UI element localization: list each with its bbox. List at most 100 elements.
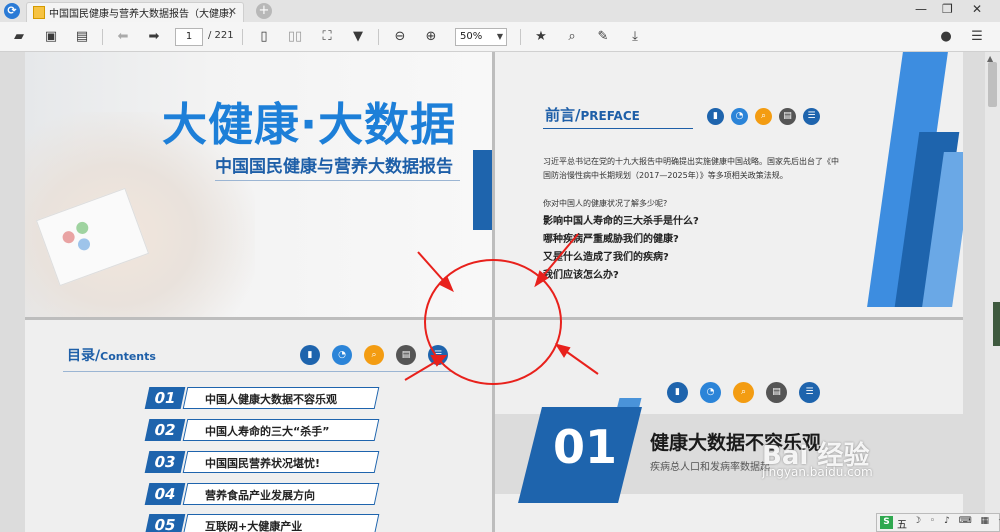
open-folder-icon[interactable]: ▰	[10, 28, 28, 46]
bar-chart-icon: ▮	[707, 108, 724, 125]
tab-bar: ⟳ 中国国民健康与营养大数据报告（大健康） ✕ + — ❐ ✕	[0, 0, 1000, 22]
contents-item[interactable]: 05 互联网+大健康产业	[144, 514, 492, 532]
new-tab-icon[interactable]: +	[256, 3, 272, 19]
contents-heading: 目录/Contents	[67, 345, 156, 365]
contents-item-number: 05	[144, 514, 186, 532]
checklist-icon: ☰	[803, 108, 820, 125]
bar-chart-icon: ▮	[667, 382, 688, 403]
contents-item-number: 01	[144, 387, 186, 409]
scrollbar-thumb[interactable]	[988, 62, 997, 107]
page-total: / 221	[208, 30, 234, 41]
single-page-icon[interactable]: ▯	[255, 28, 273, 46]
two-page-icon[interactable]: ▯▯	[286, 28, 304, 46]
contents-item[interactable]: 03 中国国民营养状况堪忧!	[144, 451, 492, 473]
contents-item-number: 02	[144, 419, 186, 441]
fit-page-icon[interactable]: ⛶	[318, 28, 336, 46]
cover-title: 大健康·大数据	[162, 98, 457, 151]
preface-underline	[543, 128, 693, 129]
checklist-icon: ☰	[428, 345, 448, 365]
preface-intro: 你对中国人的健康状况了解多少呢?	[543, 199, 668, 208]
zoom-select[interactable]: 50% ▼	[455, 28, 507, 46]
contents-item-label: 互联网+大健康产业	[205, 520, 303, 532]
prev-page-icon[interactable]: ⬅	[114, 28, 132, 46]
cover-blue-block	[473, 150, 492, 230]
ime-mode[interactable]: 五	[897, 516, 907, 531]
zoom-out-icon[interactable]: ⊖	[391, 28, 409, 46]
page-number-input[interactable]: 1	[175, 28, 203, 46]
toolbar: ▰ ▣ ▤ ⬅ ➡ 1 / 221 ▯ ▯▯ ⛶ ▼ ⊖ ⊕ 50% ▼ ★ ⌕…	[0, 22, 1000, 52]
watermark-url: jingyan.baidu.com	[762, 465, 873, 479]
preface-heading-cn: 前言/	[545, 106, 581, 124]
pie-chart-icon: ◔	[731, 108, 748, 125]
star-icon[interactable]: ★	[532, 28, 550, 46]
zoom-in-icon[interactable]: ⊕	[422, 28, 440, 46]
notebook-icon: ▤	[779, 108, 796, 125]
contents-item-number: 04	[144, 483, 186, 505]
contents-heading-en: Contents	[100, 350, 156, 363]
notebook-icon: ▤	[396, 345, 416, 365]
ime-logo-icon[interactable]: S	[880, 516, 893, 529]
slide-preface: 前言/PREFACE ▮ ◔ ⌕ ▤ ☰ 习近平总书记在党的十九大报告中明确提出…	[495, 52, 963, 317]
contents-icon-row: ▮ ◔ ⌕ ▤ ☰	[300, 345, 448, 365]
close-window-icon[interactable]: ✕	[972, 2, 982, 16]
preface-heading-en: PREFACE	[580, 109, 640, 123]
preface-heading: 前言/PREFACE	[545, 104, 640, 125]
preface-paragraph-line: 国防治慢性病中长期规划（2017—2025年）》等多项相关政策法规。	[543, 171, 788, 180]
notebook-icon: ▤	[766, 382, 787, 403]
search-icon[interactable]: ⌕	[563, 28, 581, 46]
app-logo-icon[interactable]: ⟳	[4, 3, 20, 19]
slide-cover: 大健康·大数据 中国国民健康与营养大数据报告	[25, 52, 492, 317]
contents-item-label: 营养食品产业发展方向	[205, 489, 315, 502]
toolbar-divider	[102, 29, 103, 45]
menu-icon[interactable]: ☰	[968, 28, 986, 46]
user-icon[interactable]: ●	[937, 28, 955, 46]
cover-underline	[215, 180, 460, 181]
zoom-value: 50%	[460, 31, 483, 42]
vertical-scrollbar[interactable]: ▲	[985, 52, 1000, 532]
edit-icon[interactable]: ✎	[594, 28, 612, 46]
restore-icon[interactable]: ❐	[942, 2, 953, 16]
minimize-icon[interactable]: —	[915, 2, 927, 16]
pdf-file-icon	[33, 6, 45, 19]
contents-item[interactable]: 02 中国人寿命的三大“杀手”	[144, 419, 492, 441]
magnifier-icon: ⌕	[364, 345, 384, 365]
next-page-icon[interactable]: ➡	[145, 28, 163, 46]
tab-close-icon[interactable]: ✕	[228, 5, 237, 18]
magnifier-icon: ⌕	[733, 382, 754, 403]
chart-dot	[60, 229, 77, 245]
preface-question: 影响中国人寿命的三大杀手是什么?	[543, 216, 699, 227]
contents-item-number: 03	[144, 451, 186, 473]
download-icon[interactable]: ⤓	[626, 28, 644, 46]
chapter-subtitle: 疾病总人口和发病率数据起	[650, 462, 770, 473]
pie-chart-icon: ◔	[332, 345, 352, 365]
preface-question: 我们应该怎么办?	[543, 270, 619, 281]
contents-item[interactable]: 01 中国人健康大数据不容乐观	[144, 387, 492, 409]
page-gutter-vertical	[492, 52, 495, 532]
contents-underline	[63, 371, 453, 372]
print-icon[interactable]: ▤	[73, 28, 91, 46]
contents-item[interactable]: 04 营养食品产业发展方向	[144, 483, 492, 505]
checklist-icon: ☰	[799, 382, 820, 403]
contents-item-label: 中国人寿命的三大“杀手”	[205, 425, 330, 438]
bookmark-panel-icon[interactable]: ▼	[349, 28, 367, 46]
ime-toolbar[interactable]: S 五 ☽ ◦ ♪ ⌨ ▦ ✦	[876, 513, 1000, 532]
slide-contents: 目录/Contents ▮ ◔ ⌕ ▤ ☰ 01 中国人健康大数据不容乐观 02…	[25, 320, 492, 532]
bar-chart-icon: ▮	[300, 345, 320, 365]
preface-icon-row: ▮ ◔ ⌕ ▤ ☰	[707, 108, 820, 125]
contents-item-label: 中国国民营养状况堪忧!	[205, 457, 321, 470]
preface-question: 哪种疾病严重威胁我们的健康?	[543, 234, 679, 245]
chapter-number: 01	[553, 420, 618, 474]
side-panel-handle[interactable]	[993, 302, 1000, 346]
contents-heading-cn: 目录/	[67, 348, 101, 364]
document-tab[interactable]: 中国国民健康与营养大数据报告（大健康） ✕	[26, 2, 244, 22]
save-icon[interactable]: ▣	[42, 28, 60, 46]
toolbar-divider	[242, 29, 243, 45]
contents-item-label: 中国人健康大数据不容乐观	[205, 393, 337, 406]
slide-chapter-one: ▮ ◔ ⌕ ▤ ☰ 01 健康大数据不容乐观 疾病总人口和发病率数据起	[495, 320, 963, 532]
magnifier-icon: ⌕	[755, 108, 772, 125]
ime-tool-icons[interactable]: ☽ ◦ ♪ ⌨ ▦ ✦	[913, 516, 1000, 526]
cover-subtitle: 中国国民健康与营养大数据报告	[215, 157, 453, 177]
chevron-down-icon: ▼	[496, 32, 503, 41]
chapter-icon-row: ▮ ◔ ⌕ ▤ ☰	[667, 382, 820, 403]
tab-title: 中国国民健康与营养大数据报告（大健康）	[49, 9, 239, 20]
